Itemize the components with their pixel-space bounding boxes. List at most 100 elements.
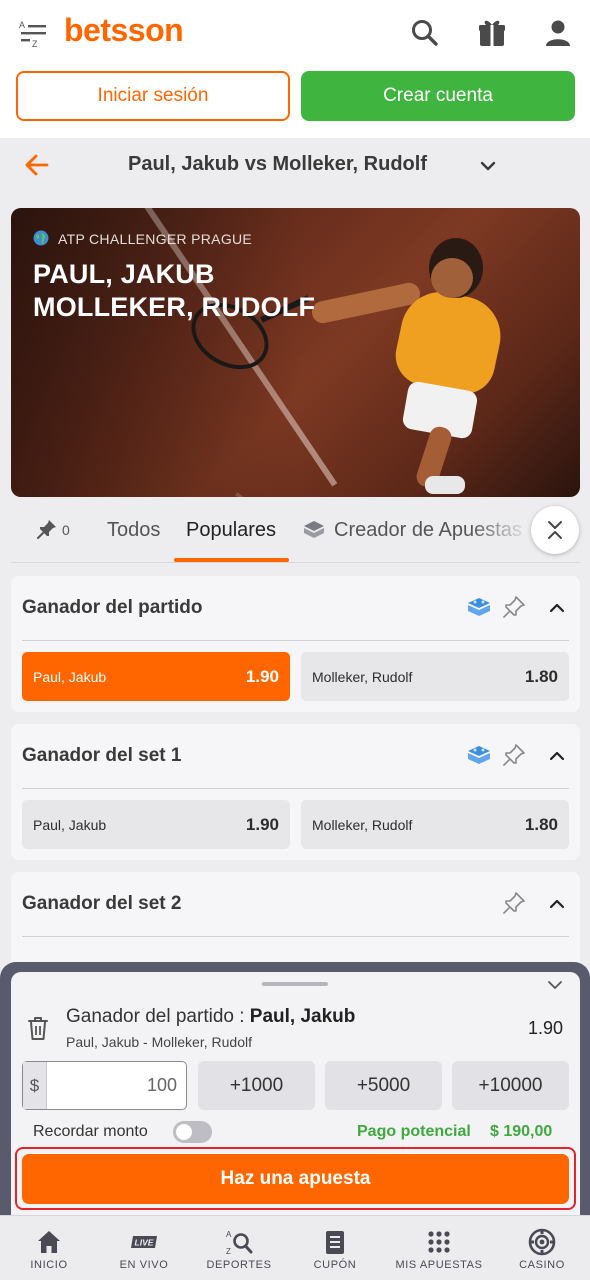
coupon-icon bbox=[326, 1231, 344, 1254]
search-icon[interactable] bbox=[408, 16, 442, 50]
nav-label: DEPORTES bbox=[206, 1259, 272, 1271]
nav-label: INICIO bbox=[30, 1259, 68, 1271]
card-separator bbox=[22, 936, 569, 937]
market-title[interactable]: Ganador del partido bbox=[22, 597, 203, 619]
betslip-selection: Paul, Jakub bbox=[249, 1006, 356, 1027]
tournament-name: ATP CHALLENGER PRAGUE bbox=[58, 231, 253, 247]
market-card: Ganador del set 2 bbox=[11, 872, 580, 972]
place-bet-button[interactable]: Haz una apuesta bbox=[22, 1154, 569, 1204]
match-header: Paul, Jakub vs Molleker, Rudolf bbox=[0, 138, 590, 196]
gift-icon[interactable] bbox=[475, 16, 509, 50]
odd-button[interactable]: Paul, Jakub 1.90 bbox=[22, 800, 290, 849]
casino-chip-icon bbox=[528, 1228, 556, 1256]
market-title[interactable]: Ganador del set 1 bbox=[22, 745, 181, 767]
nav-inicio[interactable]: INICIO bbox=[0, 1216, 98, 1280]
collapse-icon bbox=[548, 521, 562, 539]
betslip-market-label: Ganador del partido : bbox=[66, 1006, 250, 1027]
chevron-down-icon[interactable] bbox=[546, 978, 564, 992]
stake-field[interactable]: $ bbox=[22, 1061, 187, 1110]
outcome-name: Paul, Jakub bbox=[33, 816, 107, 833]
chevron-up-icon[interactable] bbox=[544, 595, 570, 621]
hero-shade bbox=[11, 208, 301, 497]
collapse-all-button[interactable] bbox=[531, 506, 579, 554]
currency-symbol: $ bbox=[23, 1062, 47, 1109]
chevron-down-icon[interactable] bbox=[478, 156, 498, 176]
betslip-market: Ganador del partido : Paul, Jakub bbox=[66, 1006, 355, 1028]
register-button[interactable]: Crear cuenta bbox=[301, 71, 575, 121]
home-icon bbox=[38, 1231, 60, 1253]
stake-input[interactable] bbox=[51, 1062, 177, 1109]
odd-button[interactable]: Molleker, Rudolf 1.80 bbox=[301, 800, 569, 849]
betslip-odd: 1.90 bbox=[528, 1018, 564, 1038]
outcome-odd: 1.90 bbox=[245, 666, 279, 686]
live-badge-text: LIVE bbox=[135, 1238, 154, 1248]
odd-button[interactable]: Molleker, Rudolf 1.80 bbox=[301, 652, 569, 701]
svg-text:Z: Z bbox=[226, 1247, 231, 1256]
player-photo-face bbox=[431, 258, 473, 298]
sort-menu-icon[interactable]: A Z bbox=[18, 18, 48, 48]
nav-cupon[interactable]: CUPÓN bbox=[286, 1216, 384, 1280]
outcome-odd: 1.80 bbox=[524, 814, 558, 834]
outcome-odd: 1.90 bbox=[245, 814, 279, 834]
quick-stake-button[interactable]: +5000 bbox=[325, 1061, 442, 1110]
market-card: Ganador del set 1 Paul, Jakub 1.90 Molle… bbox=[11, 724, 580, 860]
nav-deportes[interactable]: A Z DEPORTES bbox=[190, 1216, 288, 1280]
sports-search-icon: A Z bbox=[226, 1230, 253, 1256]
bet-builder-icon bbox=[304, 521, 324, 538]
nav-casino[interactable]: CASINO bbox=[493, 1216, 590, 1280]
top-header: A Z betsson Iniciar sesión Crear cuenta bbox=[0, 0, 590, 140]
remember-amount-label: Recordar monto bbox=[33, 1123, 148, 1140]
svg-text:Z: Z bbox=[32, 39, 38, 48]
nav-mis-apuestas[interactable]: MIS APUESTAS bbox=[390, 1216, 488, 1280]
live-icon: LIVE bbox=[131, 1236, 157, 1248]
svg-text:A: A bbox=[226, 1230, 232, 1239]
globe-icon bbox=[33, 230, 49, 246]
svg-text:A: A bbox=[19, 20, 25, 30]
quick-stake-button[interactable]: +10000 bbox=[452, 1061, 569, 1110]
login-button[interactable]: Iniciar sesión bbox=[16, 71, 290, 121]
pin-market-icon[interactable] bbox=[501, 742, 527, 768]
player-one-name: PAUL, JAKUB bbox=[33, 259, 215, 289]
outcome-name: Molleker, Rudolf bbox=[312, 816, 413, 833]
page: A Z betsson Iniciar sesión Crear cuenta bbox=[0, 0, 590, 1280]
payout-label: Pago potencial bbox=[357, 1123, 471, 1140]
back-arrow-icon[interactable] bbox=[24, 152, 50, 178]
pin-market-icon[interactable] bbox=[501, 890, 527, 916]
tab-divider bbox=[11, 562, 580, 563]
odd-button-selected[interactable]: Paul, Jakub 1.90 bbox=[22, 652, 290, 701]
grid-icon bbox=[428, 1231, 450, 1253]
pinned-count: 0 bbox=[62, 522, 70, 538]
event-hero-banner: ATP CHALLENGER PRAGUE PAUL, JAKUB MOLLEK… bbox=[11, 208, 580, 497]
toggle-knob bbox=[176, 1124, 192, 1140]
nav-label: CUPÓN bbox=[313, 1259, 357, 1271]
pin-icon[interactable] bbox=[36, 518, 58, 540]
trash-icon[interactable] bbox=[26, 1015, 50, 1041]
pin-market-icon[interactable] bbox=[501, 594, 527, 620]
betslip-match: Paul, Jakub - Molleker, Rudolf bbox=[66, 1034, 252, 1050]
outcome-name: Paul, Jakub bbox=[33, 668, 107, 685]
market-card: Ganador del partido Paul, Jakub 1.90 Mol… bbox=[11, 576, 580, 712]
tab-populares[interactable]: Populares bbox=[186, 519, 276, 542]
nav-en-vivo[interactable]: LIVE EN VIVO bbox=[95, 1216, 193, 1280]
card-separator bbox=[22, 788, 569, 789]
remember-amount-toggle[interactable] bbox=[173, 1121, 212, 1143]
player-two-name: MOLLEKER, RUDOLF bbox=[33, 292, 316, 322]
user-account-icon[interactable] bbox=[541, 16, 575, 50]
market-title[interactable]: Ganador del set 2 bbox=[22, 893, 181, 915]
quick-stake-button[interactable]: +1000 bbox=[198, 1061, 315, 1110]
nav-label: MIS APUESTAS bbox=[395, 1259, 483, 1271]
betslip-drag-handle[interactable] bbox=[262, 982, 328, 986]
payout-value: $ 190,00 bbox=[490, 1123, 553, 1140]
chevron-up-icon[interactable] bbox=[544, 891, 570, 917]
nav-label: CASINO bbox=[519, 1259, 565, 1271]
outcome-name: Molleker, Rudolf bbox=[312, 668, 413, 685]
bet-builder-icon bbox=[468, 746, 490, 764]
chevron-up-icon[interactable] bbox=[544, 743, 570, 769]
match-title[interactable]: Paul, Jakub vs Molleker, Rudolf bbox=[128, 153, 427, 176]
outcome-odd: 1.80 bbox=[524, 666, 558, 686]
tab-todos[interactable]: Todos bbox=[107, 519, 160, 542]
player-photo-shoe bbox=[425, 476, 465, 494]
bet-builder-icon bbox=[468, 598, 490, 616]
betsson-logo[interactable]: betsson bbox=[64, 12, 184, 49]
bottom-navigation: INICIO LIVE EN VIVO A Z DEPORTES CUPÓN M… bbox=[0, 1215, 590, 1280]
